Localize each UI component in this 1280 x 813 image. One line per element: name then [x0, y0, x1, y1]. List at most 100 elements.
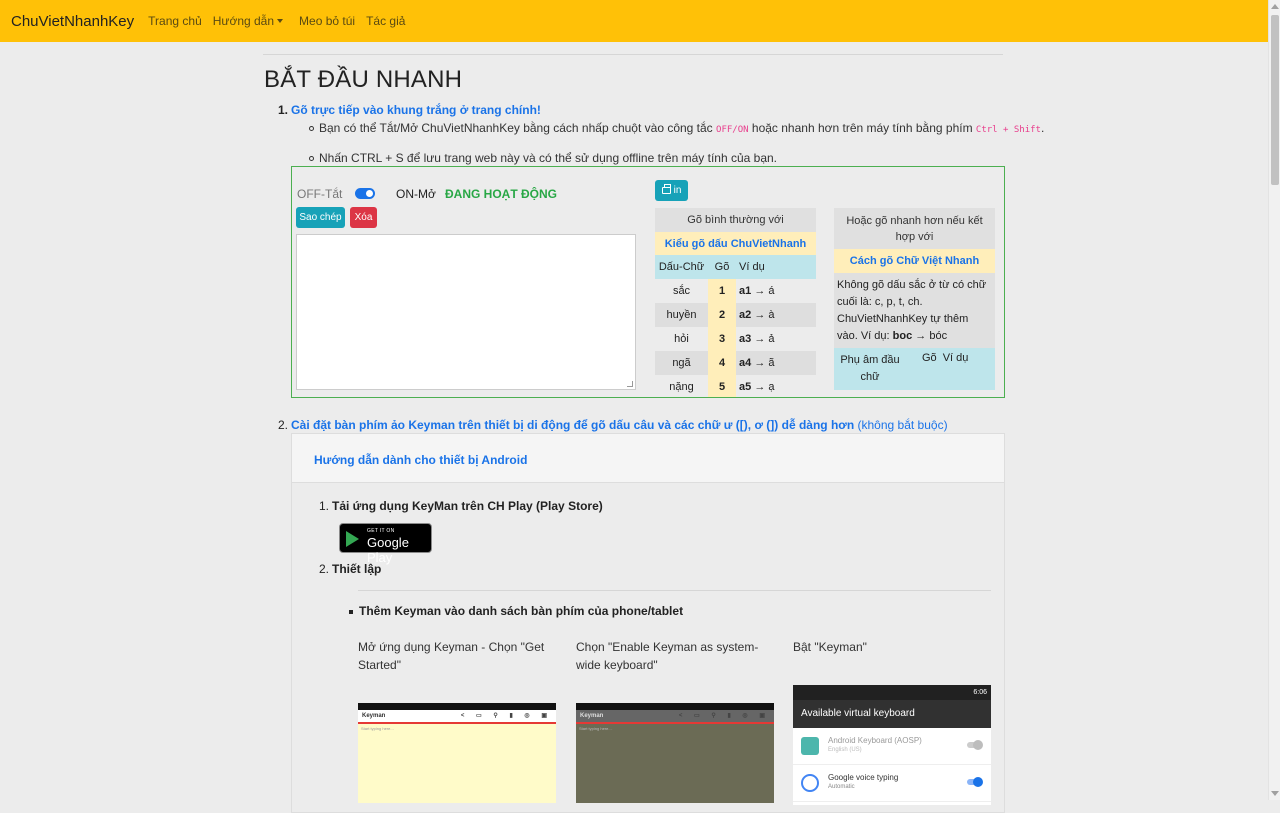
- step2-title: Cài đặt bàn phím ảo Keyman trên thiết bị…: [291, 418, 948, 432]
- card-header-title[interactable]: Hướng dẫn dành cho thiết bị Android: [314, 453, 527, 467]
- delete-button[interactable]: Xóa: [350, 207, 377, 228]
- table-note: Không gõ dấu sắc ở từ có chữ cuối là: c,…: [834, 273, 995, 348]
- nav-guide-dropdown[interactable]: Hướng dẫn: [212, 14, 284, 28]
- cell-example: a4 → ã: [736, 357, 816, 369]
- cell-key: 1: [708, 279, 736, 303]
- instruction-col1: Mở ứng dụng Keyman - Chọn "Get Started": [358, 640, 545, 672]
- instruction-col3: Bật "Keyman": [793, 640, 867, 654]
- example-output: → ả: [754, 333, 775, 345]
- step2-optional: (không bắt buộc): [857, 418, 948, 432]
- phone-hint: Start typing here...: [361, 726, 394, 731]
- example-input: a4: [739, 357, 752, 369]
- substep2-title: Thiết lập: [332, 562, 382, 576]
- example-output: → ã: [754, 357, 775, 369]
- phone-body: Start typing here...: [358, 724, 556, 803]
- col-key: Gõ: [922, 352, 937, 364]
- step1-bullet-toggle: Bạn có thể Tắt/Mở ChuVietNhanhKey bằng c…: [309, 121, 1044, 135]
- example-output: → à: [754, 309, 775, 321]
- table-row: huyền 2 a2 → à: [655, 303, 816, 327]
- gplay-small-text: GET IT ON: [367, 528, 395, 534]
- bullet-text: Bạn có thể Tắt/Mở ChuVietNhanhKey bằng c…: [319, 121, 713, 135]
- step2-number: 2.: [278, 418, 289, 432]
- phone-screen-title: Available virtual keyboard: [793, 700, 991, 728]
- keyboard-item: Android Keyboard (AOSP) English (US): [793, 728, 991, 765]
- table-col-header: Phụ âm đầu chữ Gõ Ví dụ: [834, 348, 995, 390]
- bullet-circle-icon: [309, 126, 314, 132]
- note-example-input: boc: [892, 330, 913, 342]
- note-example-output: → bóc: [915, 330, 948, 342]
- col-key: Gõ: [714, 261, 730, 273]
- bullet-text: Nhấn CTRL + S để lưu trang web này và có…: [319, 151, 777, 165]
- print-button[interactable]: in: [655, 180, 688, 201]
- col-example: Ví dụ: [942, 352, 969, 364]
- substep1-title: Tải ứng dụng KeyMan trên CH Play (Play S…: [332, 499, 603, 513]
- cell-key: 3: [708, 327, 736, 351]
- nav-author[interactable]: Tác giả: [366, 14, 405, 28]
- app-bar-icons: < ▭ ⚲ ▮ ◎ ▣: [678, 713, 770, 719]
- printer-icon: [661, 184, 671, 194]
- col-initial-consonant: Phụ âm đầu chữ: [840, 354, 900, 383]
- example-output: → ạ: [754, 381, 775, 393]
- keyboard-toggle: [967, 740, 983, 750]
- example-input: a2: [739, 309, 752, 321]
- code-off-on: OFF/ON: [716, 125, 749, 135]
- brand-link[interactable]: ChuVietNhanhKey: [11, 13, 134, 30]
- play-store-icon: [346, 531, 359, 547]
- cell-example: a5 → ạ: [736, 381, 816, 393]
- substep2-number: 2.: [319, 562, 330, 576]
- col-key-example: Gõ Ví dụ: [922, 352, 974, 390]
- card-header[interactable]: Hướng dẫn dành cho thiết bị Android: [292, 434, 1004, 483]
- google-play-badge[interactable]: GET IT ON Google Play: [339, 523, 432, 565]
- copy-button[interactable]: Sao chép: [296, 207, 345, 228]
- on-label: ON-Mở: [396, 187, 436, 201]
- nav-tips[interactable]: Meo bỏ túi: [299, 14, 355, 28]
- navbar: ChuVietNhanhKey Trang chủ Hướng dẫn Meo …: [0, 0, 1268, 42]
- cell-mark: ngã: [672, 357, 691, 369]
- screenshot-virtual-keyboards: 6:06 Available virtual keyboard Android …: [793, 685, 991, 805]
- phone-app-title: Keyman: [362, 713, 386, 719]
- table-row: hỏi 3 a3 → ả: [655, 327, 816, 351]
- android-keyboard-icon: [801, 737, 819, 755]
- resize-handle-icon[interactable]: [627, 381, 633, 387]
- on-off-toggle[interactable]: [355, 188, 375, 199]
- table-header: Gõ bình thường với: [655, 208, 816, 232]
- instruction-col2: Chọn "Enable Keyman as system-wide keybo…: [576, 640, 759, 672]
- page-scrollbar[interactable]: [1268, 0, 1280, 800]
- table-subheader: Cách gõ Chữ Việt Nhanh: [834, 249, 995, 273]
- cell-example: a2 → à: [736, 309, 816, 321]
- divider: [358, 590, 991, 591]
- substep1-number: 1.: [319, 499, 330, 513]
- print-label: in: [673, 185, 682, 196]
- cell-mark: hỏi: [674, 333, 689, 345]
- off-label: OFF-Tắt: [297, 187, 343, 201]
- gplay-big-text: Google Play: [367, 535, 409, 565]
- divider: [263, 54, 1003, 55]
- example-input: a3: [739, 333, 752, 345]
- step1-number: 1.: [278, 103, 289, 117]
- example-output: → á: [754, 285, 775, 297]
- example-input: a5: [739, 381, 752, 393]
- keyboard-toggle: [967, 777, 983, 787]
- typing-textarea[interactable]: [296, 234, 636, 390]
- scroll-up-arrow-icon[interactable]: [1271, 4, 1279, 9]
- cell-key: 4: [708, 351, 736, 375]
- table-row: sắc 1 a1 → á: [655, 279, 816, 303]
- setup-bullet-text: Thêm Keyman vào danh sách bàn phím của p…: [359, 604, 684, 618]
- scroll-thumb[interactable]: [1271, 15, 1279, 185]
- app-bar-icons: < ▭ ⚲ ▮ ◎ ▣: [460, 713, 552, 719]
- screenshot-keyman-get-started: Keyman < ▭ ⚲ ▮ ◎ ▣ Start typing here...: [358, 703, 556, 803]
- status-text: ĐANG HOẠT ĐỘNG: [445, 187, 557, 201]
- nav-home[interactable]: Trang chủ: [148, 14, 202, 28]
- keyboard-name: Android Keyboard (AOSP): [828, 736, 922, 745]
- scroll-down-arrow-icon[interactable]: [1271, 791, 1279, 796]
- table-subheader: Kiểu gõ dấu ChuVietNhanh: [655, 232, 816, 255]
- table-col-header: Dấu-Chữ Gõ Ví dụ: [655, 255, 816, 279]
- phone-app-title: Keyman: [580, 713, 604, 719]
- note-text: Không gõ dấu sắc ở từ có chữ cuối là: c,…: [837, 279, 987, 342]
- nav-guide-label: Hướng dẫn: [212, 14, 275, 28]
- screenshot-keyman-enable: Keyman < ▭ ⚲ ▮ ◎ ▣ Start typing here...: [576, 703, 774, 803]
- phone-hint: Start typing here...: [579, 726, 612, 731]
- step1-bullet-save: Nhấn CTRL + S để lưu trang web này và có…: [309, 151, 777, 165]
- setup-bullet: Thêm Keyman vào danh sách bàn phím của p…: [349, 604, 683, 618]
